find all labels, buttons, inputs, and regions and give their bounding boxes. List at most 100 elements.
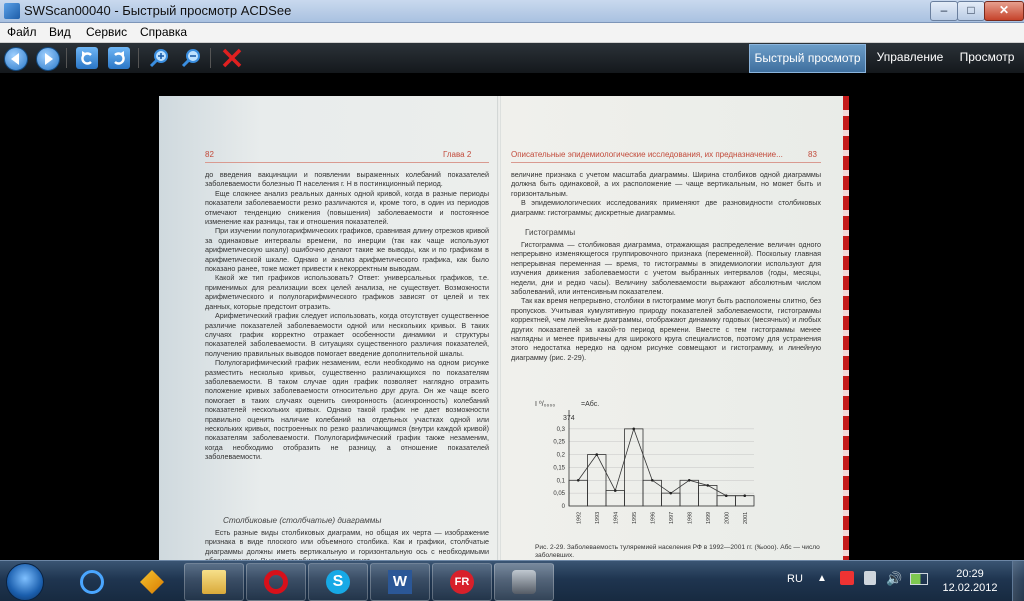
y-tick-label: 0 — [562, 504, 566, 510]
tray-expand-icon[interactable]: ▲ — [817, 573, 827, 584]
paragraph: Арифметический график следует использова… — [205, 311, 489, 358]
paragraph: до введения вакцинации и появлении выраж… — [205, 170, 489, 189]
forward-arrow-icon[interactable] — [36, 47, 60, 71]
right-running-title: Описательные эпидемиологические исследов… — [511, 150, 783, 159]
taskbar-word[interactable]: W — [370, 563, 430, 601]
window-title: SWScan00040 - Быстрый просмотр ACDSee — [24, 3, 292, 18]
paragraph: Гистограмма — столбиковая диаграмма, отр… — [511, 240, 821, 297]
minimize-button[interactable]: – — [930, 1, 958, 21]
y-tick-label: 0,2 — [557, 453, 566, 459]
rotate-left-icon[interactable] — [76, 47, 98, 69]
taskbar-skype[interactable]: S — [308, 563, 368, 601]
zoom-out-icon[interactable] — [180, 47, 202, 69]
x-tick-label: 1993 — [595, 512, 601, 524]
paragraph: величине признака с учетом масштаба диаг… — [511, 170, 821, 198]
line-point — [687, 478, 691, 482]
left-text-column: до введения вакцинации и появлении выраж… — [205, 170, 489, 500]
left-section-heading: Столбиковые (столбчатые) диаграммы — [223, 516, 382, 525]
x-tick-label: 1995 — [632, 512, 638, 524]
paragraph: Есть разные виды столбиковых диаграмм, н… — [205, 528, 489, 560]
opera-icon — [264, 570, 288, 594]
close-button[interactable]: ✕ — [984, 1, 1024, 21]
internet-explorer-icon — [80, 570, 104, 594]
paragraph: В эпидемиологических исследованиях приме… — [511, 198, 821, 217]
left-text-tail: Есть разные виды столбиковых диаграмм, н… — [205, 528, 489, 560]
x-tick-label: 1996 — [650, 512, 656, 524]
x-tick-label: 1997 — [669, 512, 675, 524]
paragraph: При изучении полулогарифмических графико… — [205, 226, 489, 274]
x-tick-label: 1994 — [613, 512, 619, 524]
line-point — [706, 484, 710, 487]
folder-icon — [202, 570, 226, 594]
tab-manage[interactable]: Управление — [870, 44, 950, 71]
taskbar-finereader[interactable]: FR — [432, 563, 492, 601]
taskbar-explorer[interactable] — [184, 563, 244, 601]
show-desktop-button[interactable] — [1012, 561, 1024, 601]
figure-caption: Рис. 2-29. Заболеваемость туляремией нас… — [535, 544, 820, 559]
histogram-chart: I ⁰/₀₀₀₀ =Абс. 374 00,050,10,150,20,250,… — [535, 400, 755, 524]
battery-icon[interactable] — [910, 573, 928, 585]
left-page-number: 82 — [205, 150, 214, 159]
image-viewer[interactable]: 82 Глава 2 Описательные эпидемиологическ… — [0, 74, 1024, 560]
histogram-bar — [605, 490, 625, 507]
x-tick-label: 1999 — [706, 512, 712, 524]
menu-help[interactable]: Справка — [140, 25, 187, 39]
paragraph: Полулогарифмический график незаменим, ес… — [205, 358, 489, 462]
title-bar: SWScan00040 - Быстрый просмотр ACDSee – … — [0, 0, 1024, 23]
taskbar-ie[interactable] — [62, 563, 122, 601]
x-tick-label: 2001 — [743, 512, 749, 524]
clock-time: 20:29 — [956, 568, 984, 580]
toolbar: Быстрый просмотр Управление Просмотр — [0, 43, 1024, 74]
skype-icon: S — [326, 570, 350, 594]
taskbar-opera[interactable] — [246, 563, 306, 601]
right-text-top: величине признака с учетом масштаба диаг… — [511, 170, 821, 218]
tab-quick-view[interactable]: Быстрый просмотр — [749, 44, 866, 73]
system-clock[interactable]: 20:29 12.02.2012 — [938, 567, 1002, 595]
delete-icon[interactable] — [221, 47, 243, 69]
paragraph: Еще сложнее анализ реальных данных одной… — [205, 188, 489, 227]
y-tick-label: 0,1 — [557, 478, 566, 484]
taskbar-winamp[interactable] — [122, 563, 182, 601]
histogram-bar — [661, 492, 681, 507]
scanned-page: 82 Глава 2 Описательные эпидемиологическ… — [159, 96, 849, 560]
y-tick-label: 0,15 — [553, 465, 565, 471]
clock-date: 12.02.2012 — [942, 582, 998, 594]
menu-file[interactable]: Файл — [7, 25, 37, 39]
menu-bar: Файл Вид Сервис Справка — [0, 23, 1024, 43]
back-arrow-icon[interactable] — [4, 47, 28, 71]
tab-view[interactable]: Просмотр — [954, 44, 1020, 71]
line-point — [595, 453, 599, 456]
windows-start-button[interactable] — [6, 563, 44, 601]
acdsee-app-icon — [4, 3, 20, 19]
y-tick-label: 0,25 — [553, 440, 565, 446]
paragraph: Так как время непрерывно, столбики в гис… — [511, 296, 821, 362]
y-axis-abs-label: =Абс. — [581, 400, 599, 408]
book-gutter — [497, 96, 501, 560]
right-section-heading: Гистограммы — [525, 228, 576, 237]
menu-view[interactable]: Вид — [49, 25, 71, 39]
histogram-bar — [735, 495, 755, 507]
maximize-button[interactable]: □ — [957, 1, 985, 21]
page-edge-marks — [843, 96, 849, 560]
camera-icon — [512, 570, 536, 594]
taskbar: S W FR RU ▲ 🔊 20:29 12.02.2012 — [0, 560, 1024, 601]
line-point — [724, 494, 728, 498]
line-point — [632, 427, 636, 431]
taskbar-acdsee[interactable] — [494, 563, 554, 601]
zoom-in-icon[interactable] — [148, 47, 170, 69]
menu-tools[interactable]: Сервис — [86, 25, 127, 39]
network-warning-icon[interactable] — [840, 571, 854, 585]
paragraph: Какой же тип графиков использовать? Отве… — [205, 273, 489, 311]
device-icon[interactable] — [864, 571, 876, 585]
x-tick-label: 1998 — [687, 512, 693, 524]
line-point — [613, 489, 617, 492]
rotate-right-icon[interactable] — [108, 47, 130, 69]
finereader-icon: FR — [450, 570, 474, 594]
y-tick-label: 0,05 — [553, 491, 565, 497]
winamp-icon — [140, 570, 164, 594]
language-indicator[interactable]: RU — [787, 573, 803, 585]
line-point — [743, 494, 747, 498]
histogram-bar — [716, 495, 736, 507]
right-page-number: 83 — [808, 150, 817, 159]
volume-icon[interactable]: 🔊 — [886, 571, 902, 587]
